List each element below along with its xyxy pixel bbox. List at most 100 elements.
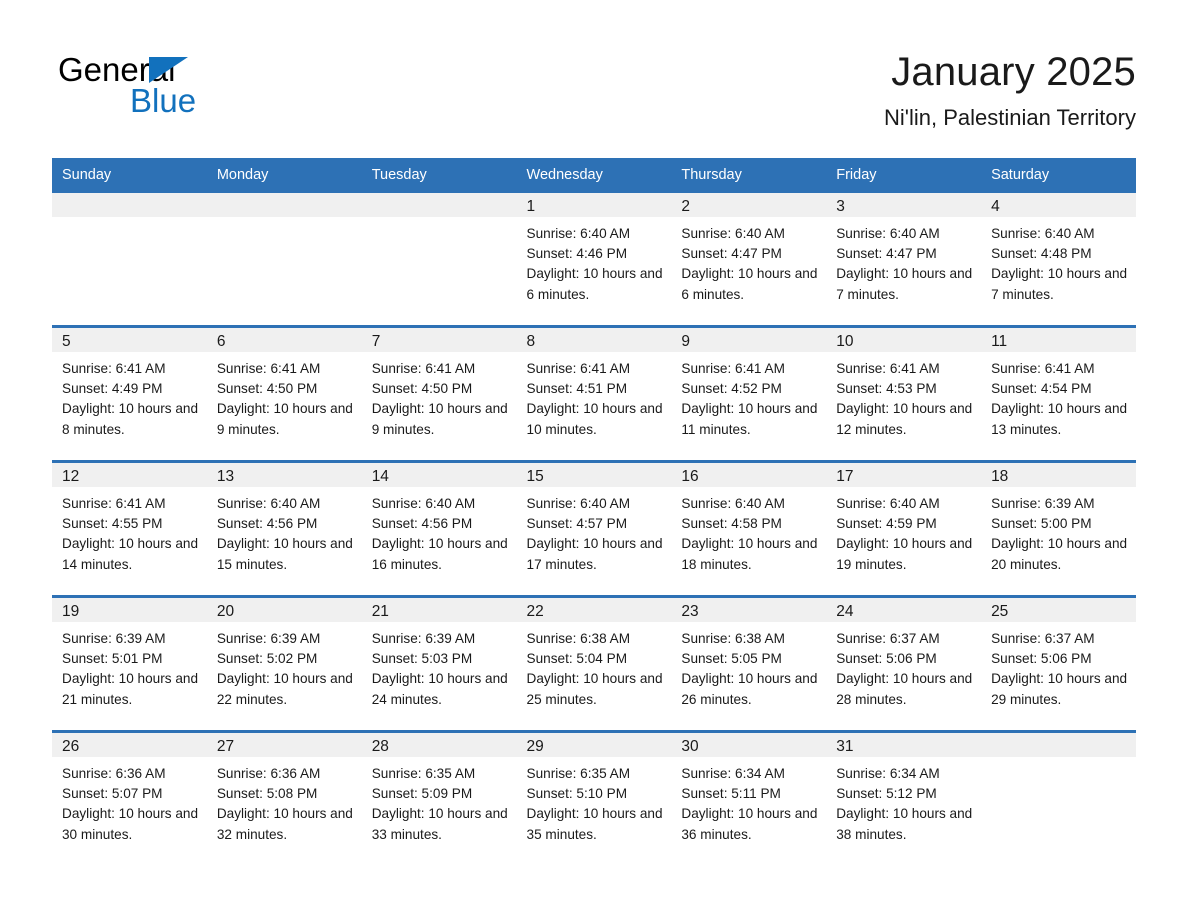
day-number: 22 [516, 598, 672, 622]
sunrise-text: Sunrise: 6:41 AM [526, 361, 631, 376]
day-number: 9 [671, 328, 827, 352]
calendar-day-cell[interactable]: 9 Sunrise: 6:41 AM Sunset: 4:52 PM Daylight… [671, 325, 827, 462]
calendar-day-cell[interactable]: 5 Sunrise: 6:41 AM Sunset: 4:49 PM Daylight… [52, 325, 207, 462]
sunrise-text: Sunrise: 6:40 AM [371, 496, 476, 511]
calendar-day-cell[interactable]: 3 Sunrise: 6:40 AM Sunset: 4:47 PM Daylight… [826, 193, 982, 327]
logo-text-blue: Blue [130, 82, 197, 119]
day-cell-inner: 22 Sunrise: 6:38 AM Sunset: 5:04 PM Dayligh… [516, 598, 672, 730]
calendar-week-row: 26 Sunrise: 6:36 AM Sunset: 5:07 PM Dayligh… [52, 730, 1136, 865]
sunrise-text: Sunrise: 6:39 AM [62, 631, 166, 646]
day-details: Sunrise: 6:41 AM Sunset: 4:53 PM Daylight:… [826, 352, 981, 440]
day-cell-inner: 27 Sunrise: 6:36 AM Sunset: 5:08 PM Dayligh… [206, 733, 362, 865]
day-details: Sunrise: 6:36 AM Sunset: 5:07 PM Daylight:… [52, 757, 207, 845]
sunrise-text: Sunrise: 6:39 AM [371, 631, 476, 646]
calendar-day-cell[interactable]: 1 Sunrise: 6:40 AM Sunset: 4:46 PM Daylight… [516, 193, 672, 327]
day-number: 8 [516, 328, 672, 352]
calendar-day-cell[interactable]: 18 Sunrise: 6:39 AM Sunset: 5:00 PM Dayligh… [981, 460, 1136, 597]
day-number: 18 [981, 463, 1136, 487]
generalblue-logo[interactable]: General Blue [58, 52, 318, 122]
day-details: Sunrise: 6:39 AM Sunset: 5:01 PM Daylight:… [52, 622, 207, 710]
calendar-day-cell[interactable]: 19 Sunrise: 6:39 AM Sunset: 5:01 PM Dayligh… [52, 595, 207, 732]
calendar-day-cell[interactable]: 27 Sunrise: 6:36 AM Sunset: 5:08 PM Dayligh… [206, 730, 362, 865]
daylight-text: Daylight: 10 hours and 16 minutes. [371, 536, 508, 572]
sunset-text: Sunset: 4:47 PM [681, 246, 782, 262]
calendar-day-cell[interactable]: 11 Sunrise: 6:41 AM Sunset: 4:54 PM Dayligh… [981, 325, 1136, 462]
day-cell-inner: 29 Sunrise: 6:35 AM Sunset: 5:10 PM Dayligh… [516, 733, 672, 865]
daylight-text: Daylight: 10 hours and 9 minutes. [371, 401, 508, 437]
sunset-text: Sunset: 4:50 PM [371, 381, 473, 397]
day-number: 29 [516, 733, 672, 757]
day-number: 2 [671, 193, 827, 217]
weekday-header-monday: Monday [206, 158, 362, 193]
sunrise-text: Sunrise: 6:36 AM [62, 766, 166, 781]
sunset-text: Sunset: 4:56 PM [371, 516, 473, 532]
sunrise-text: Sunrise: 6:40 AM [836, 496, 940, 511]
calendar-day-cell-empty [981, 730, 1136, 865]
day-details: Sunrise: 6:40 AM Sunset: 4:56 PM Daylight:… [207, 487, 362, 575]
calendar-day-cell[interactable]: 26 Sunrise: 6:36 AM Sunset: 5:07 PM Dayligh… [52, 730, 207, 865]
calendar-day-cell[interactable]: 12 Sunrise: 6:41 AM Sunset: 4:55 PM Dayligh… [52, 460, 207, 597]
calendar-day-cell[interactable]: 31 Sunrise: 6:34 AM Sunset: 5:12 PM Dayligh… [826, 730, 982, 865]
day-cell-inner: 24 Sunrise: 6:37 AM Sunset: 5:06 PM Dayligh… [826, 598, 982, 730]
page-header: General Blue January 2025 Ni'lin, Palest… [0, 0, 1188, 130]
weekday-header-tuesday: Tuesday [361, 158, 517, 193]
daylight-text: Daylight: 10 hours and 7 minutes. [991, 266, 1128, 302]
daylight-text: Daylight: 10 hours and 8 minutes. [62, 401, 199, 437]
calendar-day-cell[interactable]: 20 Sunrise: 6:39 AM Sunset: 5:02 PM Dayligh… [206, 595, 362, 732]
calendar-day-cell[interactable]: 4 Sunrise: 6:40 AM Sunset: 4:48 PM Daylight… [981, 193, 1136, 327]
daylight-text: Daylight: 10 hours and 11 minutes. [681, 401, 818, 437]
daylight-text: Daylight: 10 hours and 24 minutes. [371, 671, 508, 707]
sunset-text: Sunset: 5:01 PM [62, 651, 163, 667]
weekday-header-saturday: Saturday [981, 158, 1136, 193]
day-number: 14 [361, 463, 517, 487]
sunrise-text: Sunrise: 6:41 AM [991, 361, 1095, 376]
sunset-text: Sunset: 5:09 PM [371, 786, 473, 802]
calendar-day-cell[interactable]: 10 Sunrise: 6:41 AM Sunset: 4:53 PM Dayligh… [826, 325, 982, 462]
day-cell-inner: 5 Sunrise: 6:41 AM Sunset: 4:49 PM Daylight… [52, 328, 207, 460]
day-number: 26 [52, 733, 207, 757]
calendar-day-cell[interactable]: 21 Sunrise: 6:39 AM Sunset: 5:03 PM Dayligh… [361, 595, 517, 732]
daylight-text: Daylight: 10 hours and 28 minutes. [836, 671, 973, 707]
day-number: 7 [361, 328, 517, 352]
day-details: Sunrise: 6:34 AM Sunset: 5:12 PM Daylight:… [826, 757, 981, 845]
daylight-text: Daylight: 10 hours and 32 minutes. [216, 806, 353, 842]
calendar-day-cell[interactable]: 7 Sunrise: 6:41 AM Sunset: 4:50 PM Daylight… [361, 325, 517, 462]
calendar-day-cell[interactable]: 6 Sunrise: 6:41 AM Sunset: 4:50 PM Daylight… [206, 325, 362, 462]
weekday-header-thursday: Thursday [671, 158, 827, 193]
calendar-day-cell[interactable]: 16 Sunrise: 6:40 AM Sunset: 4:58 PM Dayligh… [671, 460, 827, 597]
sunset-text: Sunset: 4:48 PM [991, 246, 1092, 262]
calendar-day-cell[interactable]: 14 Sunrise: 6:40 AM Sunset: 4:56 PM Dayligh… [361, 460, 517, 597]
weekday-headers: Sunday Monday Tuesday Wednesday Thursday Frid… [52, 158, 1136, 193]
day-details: Sunrise: 6:38 AM Sunset: 5:04 PM Daylight:… [517, 622, 672, 710]
sunset-text: Sunset: 5:06 PM [991, 651, 1092, 667]
day-cell-inner: 23 Sunrise: 6:38 AM Sunset: 5:05 PM Dayligh… [671, 598, 827, 730]
day-details: Sunrise: 6:39 AM Sunset: 5:02 PM Daylight:… [207, 622, 362, 710]
calendar-day-cell[interactable]: 30 Sunrise: 6:34 AM Sunset: 5:11 PM Dayligh… [671, 730, 827, 865]
day-cell-inner: 2 Sunrise: 6:40 AM Sunset: 4:47 PM Daylight… [671, 193, 827, 325]
calendar-header-row: Sunday Monday Tuesday Wednesday Thursday Frid… [52, 158, 1136, 193]
calendar-day-cell[interactable]: 28 Sunrise: 6:35 AM Sunset: 5:09 PM Dayligh… [361, 730, 517, 865]
day-number: 15 [516, 463, 672, 487]
calendar-day-cell[interactable]: 17 Sunrise: 6:40 AM Sunset: 4:59 PM Dayligh… [826, 460, 982, 597]
calendar-day-cell[interactable]: 15 Sunrise: 6:40 AM Sunset: 4:57 PM Dayligh… [516, 460, 672, 597]
daylight-text: Daylight: 10 hours and 14 minutes. [62, 536, 199, 572]
calendar-day-cell[interactable]: 2 Sunrise: 6:40 AM Sunset: 4:47 PM Daylight… [671, 193, 827, 327]
sunrise-text: Sunrise: 6:34 AM [681, 766, 785, 781]
calendar-day-cell[interactable]: 8 Sunrise: 6:41 AM Sunset: 4:51 PM Daylight… [516, 325, 672, 462]
sunset-text: Sunset: 5:05 PM [681, 651, 782, 667]
calendar-day-cell[interactable]: 13 Sunrise: 6:40 AM Sunset: 4:56 PM Dayligh… [206, 460, 362, 597]
day-cell-inner: 10 Sunrise: 6:41 AM Sunset: 4:53 PM Dayligh… [826, 328, 982, 460]
day-cell-inner: 15 Sunrise: 6:40 AM Sunset: 4:57 PM Dayligh… [516, 463, 672, 595]
day-details: Sunrise: 6:40 AM Sunset: 4:47 PM Daylight:… [826, 217, 981, 305]
calendar-day-cell[interactable]: 24 Sunrise: 6:37 AM Sunset: 5:06 PM Dayligh… [826, 595, 982, 732]
day-number: 23 [671, 598, 827, 622]
sunset-text: Sunset: 4:51 PM [526, 381, 628, 397]
sunset-text: Sunset: 4:59 PM [836, 516, 937, 532]
calendar-day-cell[interactable]: 29 Sunrise: 6:35 AM Sunset: 5:10 PM Dayligh… [516, 730, 672, 865]
calendar-day-cell[interactable]: 22 Sunrise: 6:38 AM Sunset: 5:04 PM Dayligh… [516, 595, 672, 732]
sunrise-text: Sunrise: 6:36 AM [216, 766, 321, 781]
day-cell-inner: 12 Sunrise: 6:41 AM Sunset: 4:55 PM Dayligh… [52, 463, 207, 595]
calendar-day-cell[interactable]: 23 Sunrise: 6:38 AM Sunset: 5:05 PM Dayligh… [671, 595, 827, 732]
sunset-text: Sunset: 5:03 PM [371, 651, 473, 667]
calendar-day-cell[interactable]: 25 Sunrise: 6:37 AM Sunset: 5:06 PM Dayligh… [981, 595, 1136, 732]
